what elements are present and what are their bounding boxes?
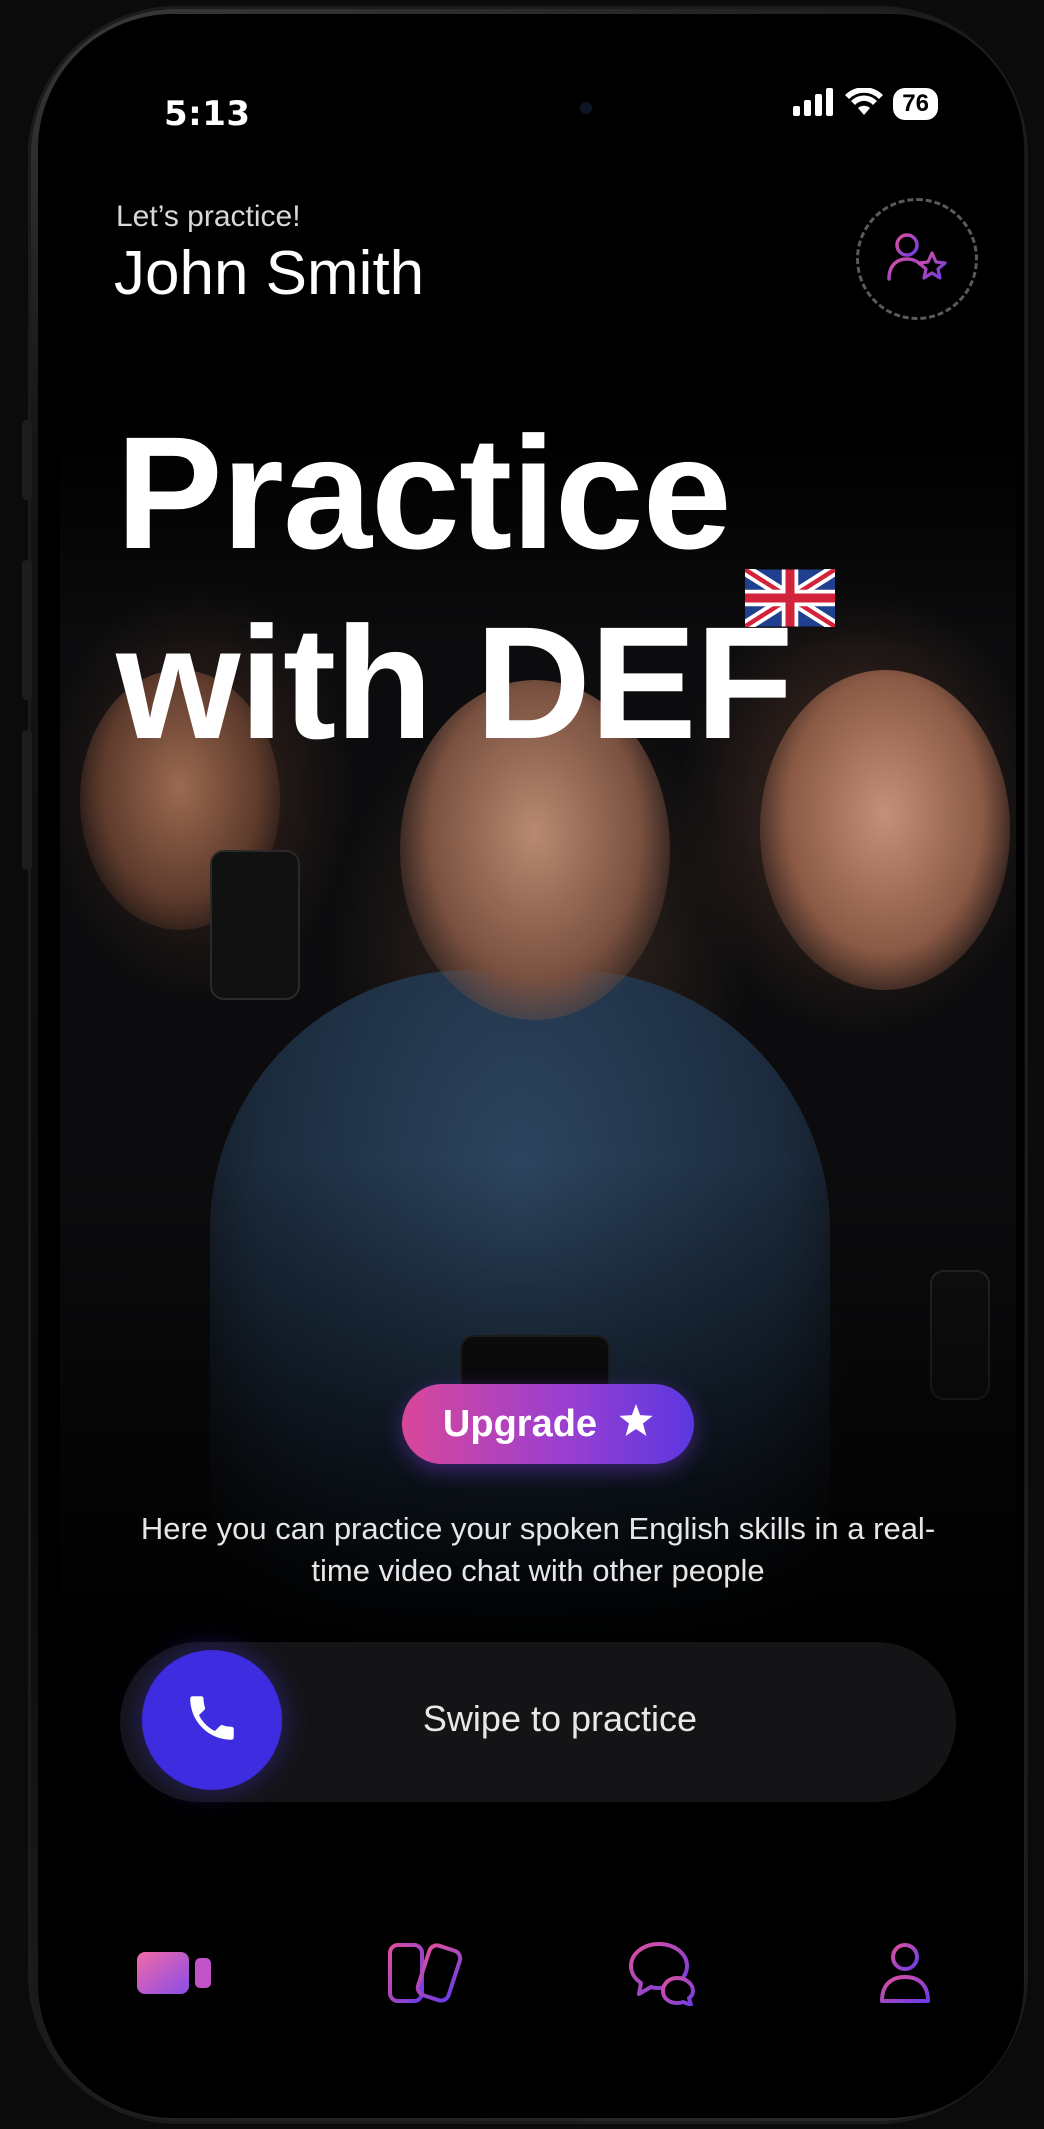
headline-line2: with DEF <box>116 593 793 772</box>
user-star-icon <box>885 229 949 289</box>
upgrade-label: Upgrade <box>442 1402 598 1445</box>
camera-dot <box>580 102 592 114</box>
bottom-nav <box>60 1930 1016 2030</box>
description-text: Here you can practice your spoken Englis… <box>140 1511 936 1588</box>
signal-icon <box>793 88 835 120</box>
profile-icon <box>878 1941 932 2009</box>
cards-icon <box>387 1942 463 2008</box>
chat-icon <box>627 1940 703 2010</box>
app-screen: 5:13 76 Let’s practice! John Smith Pract… <box>60 30 1016 2100</box>
profile-button[interactable] <box>856 198 978 320</box>
status-time: 5:13 <box>164 94 251 134</box>
swipe-handle[interactable] <box>142 1650 282 1790</box>
battery-icon: 76 <box>893 88 938 120</box>
hero-headline: Practice with DEF <box>116 398 838 778</box>
swipe-label: Swipe to practice <box>422 1698 698 1739</box>
side-button <box>22 420 32 500</box>
star-icon <box>619 1403 653 1446</box>
user-name: John Smith <box>114 239 425 308</box>
uk-flag-icon <box>741 477 838 632</box>
phone-icon <box>183 1689 241 1751</box>
upgrade-button[interactable]: Upgrade <box>402 1384 694 1464</box>
nav-cards[interactable] <box>380 1930 470 2020</box>
greeting-text: Let’s practice! <box>116 200 301 233</box>
nav-profile[interactable] <box>860 1930 950 2020</box>
wifi-icon <box>845 87 884 120</box>
side-button <box>22 730 32 870</box>
side-button <box>22 560 32 700</box>
nav-video[interactable] <box>130 1930 220 2020</box>
headline-line1: Practice <box>116 403 732 582</box>
nav-chat[interactable] <box>620 1930 710 2020</box>
status-icons: 76 <box>793 87 938 120</box>
video-icon <box>137 1950 213 2000</box>
